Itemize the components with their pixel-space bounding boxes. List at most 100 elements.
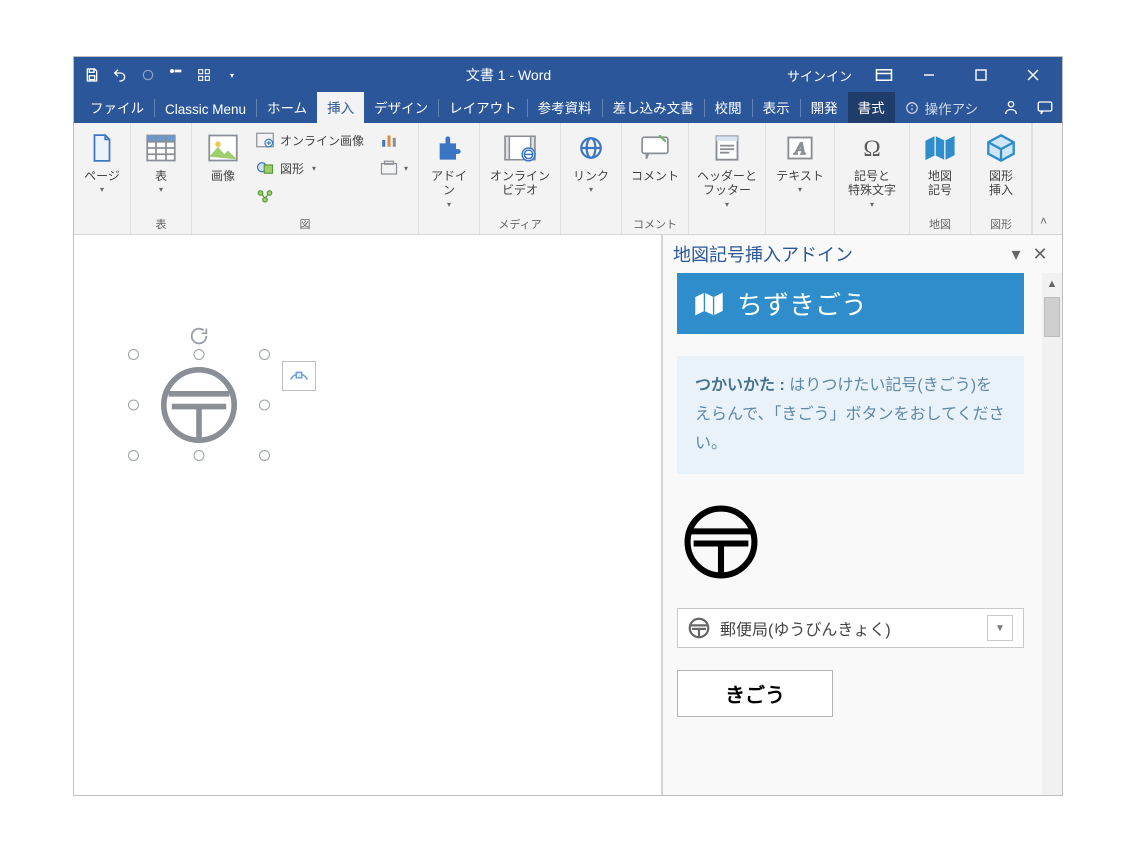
word-window: ▾ 文書 1 - Word サインイン ファイル Classic Menu ホー… xyxy=(73,56,1063,796)
scroll-thumb[interactable] xyxy=(1044,297,1060,337)
document-title: 文書 1 - Word xyxy=(240,65,777,85)
group-label-comments: コメント xyxy=(628,214,682,232)
resize-handle[interactable] xyxy=(194,450,205,461)
group-media: オンライン ビデオ メディア xyxy=(480,123,561,234)
ribbon-tabs: ファイル Classic Menu ホーム 挿入 デザイン レイアウト 参考資料… xyxy=(74,93,1062,123)
addins-button[interactable]: アドイ ン ▾ xyxy=(425,129,473,209)
smartart-button[interactable] xyxy=(252,185,368,207)
tab-view[interactable]: 表示 xyxy=(753,92,800,123)
group-label-map: 地図 xyxy=(916,214,964,232)
online-pictures-button[interactable]: オンライン画像 xyxy=(252,129,368,151)
group-header-footer: ヘッダーと フッター ▾ xyxy=(689,123,766,234)
post-office-small-icon xyxy=(688,617,710,639)
map-symbol-button[interactable]: 地図 記号 xyxy=(916,129,964,198)
resize-handle[interactable] xyxy=(259,400,270,411)
comment-button[interactable]: コメント xyxy=(628,129,682,183)
shapes-icon xyxy=(256,159,274,177)
insert-symbol-button[interactable]: きごう xyxy=(677,670,833,717)
chevron-down-icon: ▾ xyxy=(589,185,593,194)
resize-handle[interactable] xyxy=(259,450,270,461)
chevron-down-icon: ▾ xyxy=(159,185,163,194)
chevron-down-icon[interactable]: ▼ xyxy=(987,615,1013,641)
touch-mouse-mode-icon[interactable] xyxy=(196,67,212,83)
pages-button[interactable]: ページ ▾ xyxy=(80,129,124,194)
tab-design[interactable]: デザイン xyxy=(364,92,438,123)
task-pane-scrollbar[interactable]: ▲ xyxy=(1042,273,1062,795)
group-comments: コメント コメント xyxy=(622,123,689,234)
cube-icon xyxy=(984,131,1018,165)
save-icon[interactable] xyxy=(84,67,100,83)
collapse-ribbon-icon[interactable]: ˄ xyxy=(1032,123,1054,234)
tab-classic-menu[interactable]: Classic Menu xyxy=(155,97,256,123)
group-label-tables: 表 xyxy=(137,214,185,232)
workspace: 地図記号挿入アドイン ▾ ✕ ちずきごう つかいかた : はりつけたい記号(きご… xyxy=(74,235,1062,795)
resize-handle[interactable] xyxy=(259,349,270,360)
resize-handle[interactable] xyxy=(194,349,205,360)
chevron-down-icon: ▾ xyxy=(447,200,451,209)
screenshot-button[interactable]: ▾ xyxy=(376,157,412,179)
task-pane-options-icon[interactable]: ▾ xyxy=(1004,244,1028,265)
tab-home[interactable]: ホーム xyxy=(257,92,317,123)
tell-me-search[interactable]: 操作アシ xyxy=(895,93,988,123)
links-button[interactable]: リンク ▾ xyxy=(567,129,615,194)
task-pane-close-icon[interactable]: ✕ xyxy=(1028,244,1052,265)
selected-shape[interactable] xyxy=(134,355,264,455)
customize-qat-icon[interactable] xyxy=(168,67,184,83)
tell-me-label: 操作アシ xyxy=(925,98,978,118)
tab-layout[interactable]: レイアウト xyxy=(439,92,527,123)
video-icon xyxy=(503,131,537,165)
maximize-button[interactable] xyxy=(958,57,1004,93)
addins-icon xyxy=(432,131,466,165)
symbol-preview xyxy=(683,504,759,580)
titlebar: ▾ 文書 1 - Word サインイン xyxy=(74,57,1062,93)
symbols-button[interactable]: Ω 記号と 特殊文字 ▾ xyxy=(841,129,903,209)
symbol-selector[interactable]: 郵便局(ゆうびんきょく) ▼ xyxy=(677,608,1024,648)
tab-insert[interactable]: 挿入 xyxy=(317,92,364,123)
qat-more-icon[interactable]: ▾ xyxy=(224,67,240,83)
group-map: 地図 記号 地図 xyxy=(910,123,971,234)
comments-icon[interactable] xyxy=(1028,93,1062,123)
tab-mailings[interactable]: 差し込み文書 xyxy=(603,92,704,123)
tab-developer[interactable]: 開発 xyxy=(801,92,848,123)
rotation-handle-icon[interactable] xyxy=(188,325,210,347)
pictures-button[interactable]: 画像 xyxy=(198,129,248,183)
table-button[interactable]: 表 ▾ xyxy=(137,129,185,194)
layout-options-button[interactable] xyxy=(282,361,316,391)
group-shape-insert: 図形 挿入 図形 xyxy=(971,123,1032,234)
minimize-button[interactable] xyxy=(906,57,952,93)
shape-insert-button[interactable]: 図形 挿入 xyxy=(977,129,1025,198)
page-icon xyxy=(85,131,119,165)
group-label-illustrations: 図 xyxy=(198,214,412,232)
quick-access-toolbar: ▾ xyxy=(74,67,240,83)
task-pane-title: 地図記号挿入アドイン xyxy=(673,241,1004,267)
close-button[interactable] xyxy=(1010,57,1056,93)
tab-review[interactable]: 校閲 xyxy=(705,92,752,123)
document-area[interactable] xyxy=(74,235,662,795)
screenshot-icon xyxy=(380,159,398,177)
resize-handle[interactable] xyxy=(128,349,139,360)
group-symbols: Ω 記号と 特殊文字 ▾ xyxy=(835,123,910,234)
online-video-button[interactable]: オンライン ビデオ xyxy=(486,129,554,198)
undo-icon[interactable] xyxy=(112,67,128,83)
shapes-button[interactable]: 図形▾ xyxy=(252,157,368,179)
resize-handle[interactable] xyxy=(128,400,139,411)
tab-format[interactable]: 書式 xyxy=(848,92,895,123)
map-logo-icon xyxy=(693,290,725,318)
chevron-down-icon: ▾ xyxy=(100,185,104,194)
scroll-up-icon[interactable]: ▲ xyxy=(1042,273,1062,295)
chevron-down-icon: ▾ xyxy=(725,200,729,209)
header-footer-button[interactable]: ヘッダーと フッター ▾ xyxy=(695,129,759,209)
text-button[interactable]: A テキスト ▾ xyxy=(772,129,828,194)
ribbon-display-options-icon[interactable] xyxy=(868,59,900,91)
signin-link[interactable]: サインイン xyxy=(777,66,862,85)
group-label-shape: 図形 xyxy=(977,214,1025,232)
comment-icon xyxy=(638,131,672,165)
chart-button[interactable] xyxy=(376,129,412,151)
text-box-icon: A xyxy=(783,131,817,165)
tab-file[interactable]: ファイル xyxy=(80,92,154,123)
resize-handle[interactable] xyxy=(128,450,139,461)
tab-references[interactable]: 参考資料 xyxy=(528,92,602,123)
link-icon xyxy=(574,131,608,165)
share-icon[interactable] xyxy=(994,93,1028,123)
redo-icon[interactable] xyxy=(140,67,156,83)
